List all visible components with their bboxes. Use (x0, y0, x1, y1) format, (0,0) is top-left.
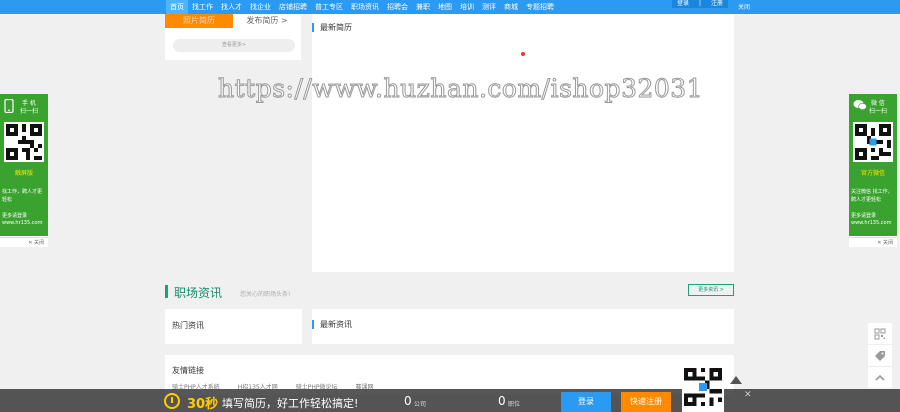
company-unit: 公司 (414, 401, 427, 408)
bottom-bar-close-button[interactable]: ✕ (744, 390, 752, 400)
float-line-scan: 扫一扫 (20, 108, 39, 115)
top-login-link[interactable]: 登录 (677, 0, 689, 8)
phone-icon (4, 98, 14, 116)
clock-icon (164, 393, 180, 409)
nav-assessment[interactable]: 测评 (478, 0, 500, 14)
quick-register-button[interactable]: 快速注册 (621, 392, 671, 412)
main-nav: 首页 找工作 找人才 找企业 店铺招聘 普工专区 职场资讯 招聘会 兼职 地图 … (166, 0, 558, 14)
resume-card: 照片简历 发布简历 > 查看更多> (165, 14, 301, 60)
loading-dot (521, 52, 525, 56)
nav-special-recruit[interactable]: 专题招聘 (522, 0, 558, 14)
career-news-title: 职场资讯 (174, 286, 223, 300)
float-body (849, 176, 897, 236)
latest-news-panel (312, 309, 734, 344)
wechat-icon (853, 99, 867, 114)
hot-news-panel: 热门资讯 (165, 309, 302, 344)
tag-icon (875, 350, 885, 361)
view-more-button[interactable]: 查看更多> (173, 39, 295, 52)
bottom-qrcode-icon (682, 366, 724, 412)
nav-home[interactable]: 首页 (166, 0, 188, 14)
job-unit: 职位 (508, 401, 521, 408)
job-count: 0 (498, 394, 506, 408)
official-wechat-label: 官方微信 (860, 170, 885, 177)
nav-find-company[interactable]: 找企业 (246, 0, 275, 14)
right-float-close-button[interactable]: ✕ 关闭 (849, 237, 897, 247)
more-news-button[interactable]: 更多资讯 > (688, 284, 734, 296)
float-site-url: www.hr135.com (2, 220, 43, 226)
float-body (0, 176, 48, 236)
mobile-qr-float: 手 机 扫一扫 触屏版 找工作，聘人才更轻松 更多请登录 www.hr135.c… (0, 94, 48, 247)
float-more-login: 更多请登录 (2, 213, 28, 219)
nav-find-talent[interactable]: 找人才 (217, 0, 246, 14)
top-auth-separator: | (698, 0, 701, 7)
nav-map[interactable]: 地图 (434, 0, 456, 14)
photo-resume-tab[interactable]: 照片简历 (165, 14, 233, 28)
bottom-slogan: 填写简历，好工作轻松搞定! (222, 397, 359, 410)
tag-tool-button[interactable] (868, 345, 892, 367)
nav-shop-recruit[interactable]: 店铺招聘 (275, 0, 311, 14)
section-accent-bar (165, 285, 168, 298)
nav-part-time[interactable]: 兼职 (412, 0, 434, 14)
company-count: 0 (404, 394, 412, 408)
bottom-register-bar (0, 389, 900, 412)
nav-career-news[interactable]: 职场资讯 (347, 0, 383, 14)
publish-resume-link[interactable]: 发布简历 > (233, 14, 301, 28)
nav-worker-zone[interactable]: 普工专区 (311, 0, 347, 14)
nav-training[interactable]: 培训 (456, 0, 478, 14)
qr-pointer (730, 376, 742, 384)
nav-mall[interactable]: 商城 (500, 0, 522, 14)
left-float-close-button[interactable]: ✕ 关闭 (0, 237, 48, 247)
float-site-url: www.hr135.com (851, 220, 892, 226)
wechat-qrcode-icon (853, 122, 893, 162)
watermark-url: https://www.huzhan.com/ishop32031 (217, 74, 704, 104)
float-line-scan: 扫一扫 (869, 108, 888, 115)
hot-news-title: 热门资讯 (172, 321, 204, 330)
top-nav-bar: 首页 找工作 找人才 找企业 店铺招聘 普工专区 职场资讯 招聘会 兼职 地图 … (0, 0, 900, 14)
chevron-up-icon (875, 374, 885, 381)
qrcode-tool-button[interactable] (868, 323, 892, 345)
qrcode-icon (874, 328, 886, 339)
float-slogan: 找工作，聘人才更轻松 (2, 189, 43, 203)
nav-job-fair[interactable]: 招聘会 (383, 0, 412, 14)
bottom-login-button[interactable]: 登录 (561, 392, 611, 412)
touch-version-label: 触屏版 (14, 170, 33, 177)
side-tools (868, 323, 892, 389)
top-auth-box: 登录 | 注册 (672, 0, 728, 8)
nav-find-job[interactable]: 找工作 (188, 0, 217, 14)
top-register-link[interactable]: 注册 (711, 0, 723, 8)
back-to-top-button[interactable] (868, 367, 892, 389)
top-close-link[interactable]: 关闭 (738, 2, 750, 11)
float-more-login: 更多请登录 (851, 213, 877, 219)
latest-resumes-title: 最新简历 (312, 23, 352, 32)
career-news-header: 职场资讯 您关心的职场头条! 更多资讯 > (165, 283, 734, 300)
career-news-subtitle: 您关心的职场头条! (240, 291, 291, 298)
bottom-seconds: 30秒 (187, 397, 219, 412)
latest-news-title: 最新资讯 (312, 320, 352, 329)
friend-links-title: 友情链接 (172, 366, 204, 375)
mobile-qrcode-icon (4, 122, 44, 162)
float-slogan: 关注微信 找工作，聘人才更轻松 (851, 189, 893, 203)
wechat-qr-float: 微 信 扫一扫 官方微信 关注微信 找工作，聘人才更轻松 更多请登录 www.h… (849, 94, 897, 247)
